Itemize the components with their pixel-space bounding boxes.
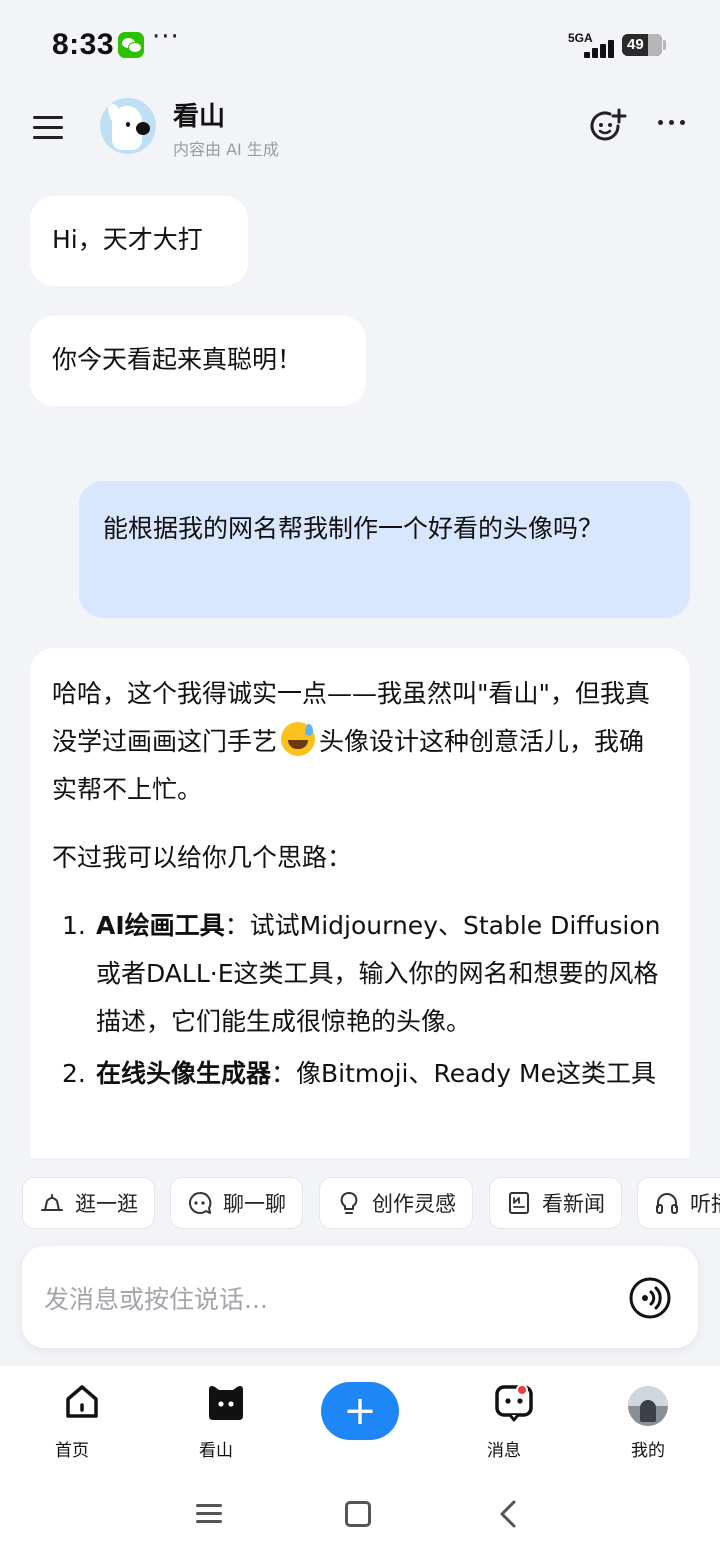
system-nav-bar [0,1466,720,1559]
recent-apps-icon[interactable] [196,1502,222,1524]
input-placeholder[interactable]: 发消息或按住说话... [44,1280,268,1316]
battery-icon: 49 [622,34,662,56]
chip-news[interactable]: 看新闻 [489,1177,622,1229]
nav-kanshan[interactable]: 看山 [176,1382,256,1461]
home-icon [66,1385,98,1418]
kanshan-icon [209,1386,243,1420]
signal-icon [576,40,616,58]
home-button-icon[interactable] [345,1501,371,1527]
status-bar: 8:33 ··· 5GA 49 [0,0,720,90]
bot-message-compliment: 你今天看起来真聪明！ [30,316,366,406]
chip-listen[interactable]: 听播 [637,1177,720,1229]
bot-name[interactable]: 看山 [173,96,225,133]
unread-badge [516,1384,528,1396]
nav-home[interactable]: 首页 [32,1382,112,1461]
reply-paragraph: 不过我可以给你几个思路： [52,843,353,872]
list-item: 2. 在线头像生成器：像Bitmoji、Ready Me这类工具 [62,1059,656,1088]
wechat-icon [118,32,144,58]
chat-header: 看山 内容由 AI 生成 [0,90,720,170]
new-chat-icon[interactable] [588,106,628,146]
user-message: 能根据我的网名帮我制作一个好看的头像吗？ [79,481,690,618]
more-options-icon[interactable] [656,118,688,128]
ai-disclaimer: 内容由 AI 生成 [173,140,279,159]
nav-messages[interactable]: 消息 [464,1382,544,1461]
bulb-icon [340,1192,358,1214]
back-icon[interactable] [498,1500,518,1528]
hat-icon [41,1194,63,1211]
bot-reply: 哈哈，这个我得诚实一点——我虽然叫"看山"，但我真没学过画画这门手艺 头像设计这种… [30,648,690,1168]
chat-face-icon [189,1191,212,1214]
bot-avatar[interactable] [100,98,156,154]
chip-inspiration[interactable]: 创作灵感 [319,1177,473,1229]
bot-message-greeting: Hi，天才大打 [30,196,248,286]
voice-input-icon[interactable] [628,1276,672,1320]
menu-icon[interactable] [33,112,63,142]
news-icon [509,1192,529,1214]
message-input[interactable]: 发消息或按住说话... [22,1246,698,1348]
chip-chat[interactable]: 聊一聊 [170,1177,303,1229]
sweat-smile-emoji-icon [281,722,316,756]
headphones-icon [656,1193,678,1214]
create-button[interactable]: + [321,1382,399,1440]
status-more-indicator: ··· [152,22,180,52]
user-avatar[interactable] [628,1386,668,1426]
message-icon [495,1385,533,1422]
list-item: 1. AI绘画工具：试试Midjourney、Stable Diffusion或者… [62,911,661,1036]
suggestion-list: 1. AI绘画工具：试试Midjourney、Stable Diffusion或者… [52,902,668,1098]
chip-browse[interactable]: 逛一逛 [22,1177,155,1229]
battery-level: 49 [627,36,644,53]
quick-action-chips: 逛一逛 聊一聊 创作灵感 看新闻 听播 [0,1158,720,1248]
reply-paragraph: 哈哈，这个我得诚实一点——我虽然叫"看山"，但我真没学过画画这门手艺 头像设计这种… [52,679,650,804]
bottom-nav: 首页 看山 + 消息 我的 [0,1366,720,1466]
status-time: 8:33 [52,28,115,61]
